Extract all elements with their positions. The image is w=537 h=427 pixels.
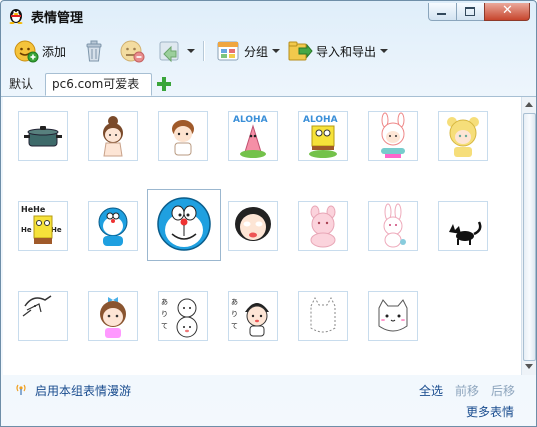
emoticon-spongebob-aloha[interactable]: ALOHA [298, 111, 348, 161]
yellow-bear-girl-icon [447, 117, 479, 157]
emoticon-yellow-bear-girl[interactable] [438, 111, 488, 161]
emoticon-girl-text[interactable]: あ り て [228, 291, 278, 341]
svg-text:ALOHA: ALOHA [233, 115, 268, 125]
tab-default[interactable]: 默认 [3, 74, 45, 95]
scroll-up-arrow-icon[interactable] [525, 102, 533, 107]
emoticon-blue-bow-girl[interactable] [88, 291, 138, 341]
emoticon-edit-icon [120, 40, 145, 63]
svg-text:あ: あ [231, 298, 238, 306]
toolbar-separator [203, 41, 204, 61]
emoticon-bunny-hat-girl[interactable] [368, 111, 418, 161]
emoticon-pink-bunny[interactable] [298, 201, 348, 251]
emoticon-crying-face[interactable] [228, 201, 278, 251]
emoticon-white-cat-outline[interactable] [298, 291, 348, 341]
add-group-plus-icon[interactable] [157, 77, 171, 91]
doraemon-large-icon [157, 197, 211, 251]
group-dropdown-chevron-icon [272, 49, 281, 53]
delete-button[interactable] [81, 38, 107, 64]
toolbar: 添加 分组 导入和导出 [1, 31, 536, 71]
minimize-icon [437, 13, 446, 15]
import-export-icon [288, 41, 313, 61]
trash-icon [86, 40, 102, 62]
move-forward-link[interactable]: 前移 [455, 382, 479, 399]
maximize-button[interactable] [456, 3, 485, 21]
footer-bar: 启用本组表情漫游 全选 前移 后移 更多表情 [1, 375, 536, 426]
group-icon [217, 41, 239, 61]
maximize-icon [465, 7, 475, 16]
more-emoticons-link[interactable]: 更多表情 [466, 403, 514, 420]
white-cat-cute-icon [378, 299, 408, 332]
emoticon-boy[interactable] [158, 111, 208, 161]
group-button[interactable]: 分组 [215, 38, 281, 64]
bunny-hat-girl-icon [381, 112, 405, 158]
group-tabs: 默认 pc6.com可爱表情 [1, 72, 536, 112]
move-dropdown-chevron-icon [187, 49, 195, 53]
pink-rabbit-icon [383, 203, 406, 248]
emoticon-girl-bun[interactable] [88, 111, 138, 161]
black-cat-icon [449, 221, 482, 245]
svg-text:HeHe: HeHe [21, 205, 46, 214]
pot-icon [24, 126, 62, 147]
title-bar: 表情管理 ✕ [1, 1, 536, 31]
doraemon-small-icon [98, 207, 128, 246]
window-title: 表情管理 [31, 11, 84, 26]
girl-text-icon: あ り て [231, 298, 269, 337]
emoticon-pink-rabbit[interactable] [368, 201, 418, 251]
svg-text:He: He [51, 226, 62, 234]
emoticon-white-cat-cute[interactable] [368, 291, 418, 341]
bald-baby-text-icon: あ り て [161, 298, 198, 338]
scroll-down-arrow-icon[interactable] [525, 364, 533, 369]
add-emoticon-icon [14, 40, 39, 63]
crying-face-icon [235, 207, 271, 241]
svg-text:り: り [161, 310, 168, 318]
pink-bunny-icon [310, 205, 336, 248]
emoticon-bald-baby-text[interactable]: あ り て [158, 291, 208, 341]
move-emoticon-button[interactable] [157, 38, 195, 64]
add-button-label: 添加 [42, 44, 67, 59]
spongebob-hehe-icon: HeHe He He [21, 205, 62, 244]
emoticon-black-cat[interactable] [438, 201, 488, 251]
add-button[interactable]: 添加 [13, 38, 66, 64]
close-icon: ✕ [502, 3, 513, 18]
emoticon-doraemon-small[interactable] [88, 201, 138, 251]
minimize-button[interactable] [428, 3, 457, 21]
svg-text:ALOHA: ALOHA [303, 115, 338, 125]
emoticon-spongebob-hehe[interactable]: HeHe He He [18, 201, 68, 251]
tab-pc6-emoticons[interactable]: pc6.com可爱表情 [45, 73, 152, 112]
import-export-dropdown-chevron-icon [380, 49, 389, 53]
enable-roaming-link[interactable]: 启用本组表情漫游 [35, 382, 131, 399]
svg-text:あ: あ [161, 298, 168, 306]
import-export-button-label: 导入和导出 [316, 44, 377, 59]
qq-penguin-icon [9, 9, 23, 24]
spongebob-aloha-icon: ALOHA [303, 115, 338, 158]
svg-text:り: り [231, 310, 238, 318]
svg-text:て: て [161, 322, 168, 330]
move-back-link[interactable]: 后移 [491, 382, 515, 399]
blue-bow-girl-icon [100, 297, 126, 338]
group-button-label: 分组 [244, 44, 269, 59]
emoticon-grid: ALOHA ALOHA HeHe He He あ り て あ り て [3, 97, 521, 375]
svg-text:He: He [21, 226, 32, 234]
sketch-cat-icon [22, 295, 52, 317]
boy-icon [172, 120, 194, 156]
emoticon-manager-window: 表情管理 ✕ 添加 分组 导入和导出 默认 pc6.com可爱表 ALOHA A… [0, 0, 537, 427]
emoticon-doraemon-large[interactable] [147, 189, 221, 261]
import-export-button[interactable]: 导入和导出 [287, 38, 389, 64]
roaming-signal-icon [16, 384, 26, 395]
select-all-link[interactable]: 全选 [419, 382, 443, 399]
emoticon-pot[interactable] [18, 111, 68, 161]
close-button[interactable]: ✕ [484, 3, 530, 21]
emoticon-sketch-cat[interactable] [18, 291, 68, 341]
vertical-scrollbar[interactable] [521, 97, 536, 375]
edit-emoticon-button[interactable] [119, 38, 145, 64]
svg-text:て: て [231, 322, 238, 330]
emoticon-patrick-aloha[interactable]: ALOHA [228, 111, 278, 161]
move-icon [159, 41, 179, 63]
patrick-aloha-icon: ALOHA [233, 115, 268, 158]
window-controls: ✕ [428, 3, 530, 21]
white-cat-outline-icon [310, 296, 336, 333]
scrollbar-thumb[interactable] [523, 113, 536, 361]
girl-bun-icon [103, 116, 123, 157]
